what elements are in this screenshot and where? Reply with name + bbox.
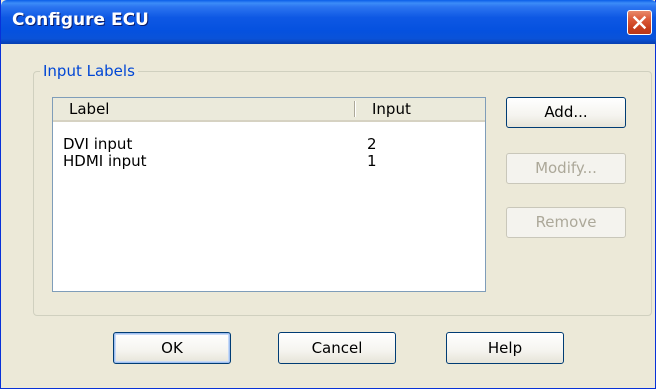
input-labels-legend: Input Labels [40, 62, 138, 80]
remove-button[interactable]: Remove [506, 207, 626, 238]
configure-ecu-dialog: Configure ECU Input Labels Label Input D… [0, 0, 656, 389]
row-label: DVI input [63, 135, 133, 153]
modify-button[interactable]: Modify... [506, 153, 626, 184]
close-button[interactable] [627, 10, 652, 35]
help-button[interactable]: Help [446, 332, 564, 364]
close-x-icon [632, 15, 647, 30]
ok-button[interactable]: OK [113, 332, 231, 364]
add-button[interactable]: Add... [506, 97, 626, 128]
window-title: Configure ECU [12, 10, 149, 30]
list-item[interactable]: DVI input 2 [53, 136, 485, 152]
list-header: Label Input [53, 98, 485, 122]
column-separator[interactable] [354, 101, 355, 117]
input-labels-list[interactable]: Label Input DVI input 2 HDMI input 1 [52, 97, 486, 292]
list-item[interactable]: HDMI input 1 [53, 153, 485, 169]
column-header-label[interactable]: Label [69, 98, 109, 120]
row-input: 2 [367, 135, 377, 153]
column-header-input[interactable]: Input [372, 98, 411, 120]
cancel-button[interactable]: Cancel [278, 332, 396, 364]
row-label: HDMI input [63, 152, 147, 170]
title-bar[interactable]: Configure ECU [1, 0, 656, 44]
row-input: 1 [367, 152, 377, 170]
